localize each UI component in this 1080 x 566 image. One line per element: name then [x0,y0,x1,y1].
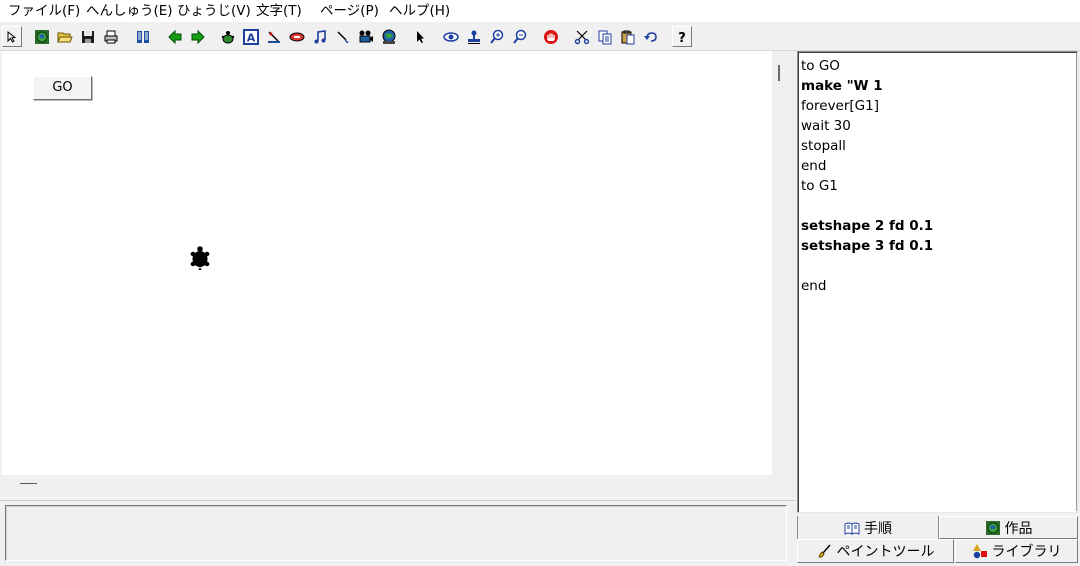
paste-icon[interactable] [618,26,638,47]
pages-icon[interactable] [133,26,153,47]
code-line[interactable]: wait 30 [801,116,851,136]
tab-paint-tools-label: ペイントツール [836,544,935,560]
tab-paint-tools[interactable]: ペイントツール [797,539,954,563]
paintbrush-icon [817,544,831,558]
stamp-icon[interactable] [464,26,484,47]
toolbar: A ? [0,24,1080,51]
code-line[interactable]: setshape 2 fd 0.1 [801,216,933,236]
menu-page[interactable]: ページ(P) [320,2,379,20]
slider-icon[interactable] [264,26,284,47]
text-box-icon[interactable]: A [241,26,261,47]
menu-bar: ファイル(F) へんしゅう(E) ひょうじ(V) 文字(T) ページ(P) ヘル… [0,0,1080,22]
tab-works[interactable]: 作品 [939,516,1078,539]
brush-icon[interactable] [333,26,353,47]
code-line[interactable]: to G1 [801,176,838,196]
code-line[interactable]: to GO [801,56,840,76]
pointer-icon[interactable] [410,26,430,47]
splitter-handle[interactable] [20,483,37,484]
back-arrow-icon[interactable] [165,26,185,47]
book-icon [844,522,860,535]
turtle-icon[interactable] [218,26,238,47]
zoom-out-icon[interactable] [510,26,530,47]
undo-icon[interactable] [641,26,661,47]
divider [0,500,795,501]
save-disk-icon[interactable] [78,26,98,47]
button-icon[interactable] [287,26,307,47]
eye-icon[interactable] [441,26,461,47]
procedures-scrollbar[interactable] [1076,53,1077,511]
menu-view[interactable]: ひょうじ(V) [177,2,251,20]
open-folder-icon[interactable] [55,26,75,47]
code-line[interactable]: end [801,276,826,296]
code-line[interactable]: make "W 1 [801,76,883,96]
music-note-icon[interactable] [310,26,330,47]
cut-icon[interactable] [572,26,592,47]
menu-text[interactable]: 文字(T) [256,2,302,20]
code-line[interactable]: setshape 3 fd 0.1 [801,236,933,256]
svg-text:?: ? [678,31,686,45]
forward-arrow-icon[interactable] [188,26,208,47]
scroll-indicator[interactable] [778,65,780,81]
command-center[interactable] [5,505,787,561]
tab-procedures[interactable]: 手順 [797,516,939,539]
menu-file[interactable]: ファイル(F) [8,2,80,20]
code-line[interactable]: end [801,156,826,176]
canvas-gutter [772,51,794,475]
copy-icon[interactable] [595,26,615,47]
turtle[interactable] [189,245,211,271]
print-icon[interactable] [101,26,121,47]
svg-text:A: A [247,31,256,44]
web-icon[interactable] [379,26,399,47]
code-line[interactable]: forever[G1] [801,96,879,116]
page-canvas[interactable] [2,51,772,475]
video-camera-icon[interactable] [356,26,376,47]
zoom-in-icon[interactable] [487,26,507,47]
go-button[interactable]: GO [33,76,92,100]
globe-icon[interactable] [32,26,52,47]
tab-procedures-label: 手順 [864,520,892,537]
select-arrow-icon[interactable] [2,26,22,47]
shapes-icon [972,544,987,559]
globe-icon [985,520,1000,535]
menu-help[interactable]: ヘルプ(H) [389,2,450,20]
menu-edit[interactable]: へんしゅう(E) [86,2,173,20]
stop-hand-icon[interactable] [541,26,561,47]
tab-works-label: 作品 [1004,520,1033,537]
tab-library[interactable]: ライブラリ [955,539,1078,563]
tab-library-label: ライブラリ [991,544,1062,560]
help-icon[interactable]: ? [672,26,692,47]
code-line[interactable]: stopall [801,136,846,156]
